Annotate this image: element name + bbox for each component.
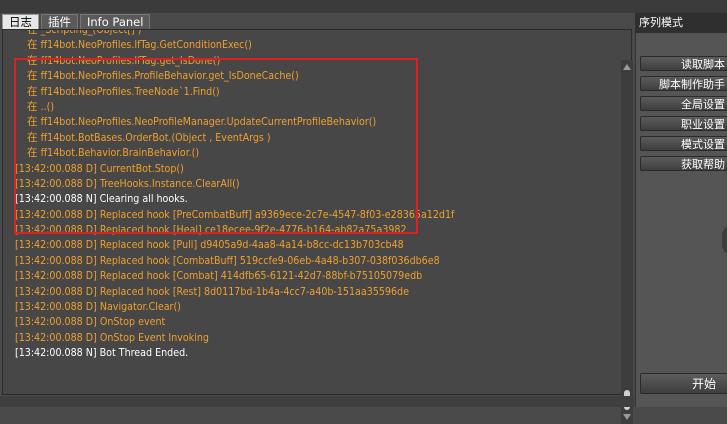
log-line: [13:42:00.088 D] Replaced hook [Combat] … <box>15 270 423 283</box>
log-line: [13:42:00.088 D] TreeHooks.Instance.Clea… <box>15 177 240 190</box>
log-line: 在 ff14bot.NeoProfiles.NeoProfileManager.… <box>27 116 377 129</box>
log-line: 在 ff14bot.NeoProfiles.IfTag.GetCondition… <box>27 39 252 52</box>
window-top-bar <box>0 0 727 13</box>
log-line: [13:42:00.088 N] Bot Thread Ended. <box>15 347 189 360</box>
log-panel[interactable]: 在 _Scripting_(Object[] ) 在 ff14bot.NeoPro… <box>2 29 633 424</box>
right-panel-body: 读取脚本 脚本制作助手 全局设置 职业设置 模式设置 获取帮助 开始 <box>635 33 727 407</box>
log-line: 在 ff14bot.Behavior.BrainBehavior.() <box>27 147 200 160</box>
tab-plugins[interactable]: 插件 <box>41 14 78 29</box>
log-line: 在 _Scripting_(Object[] ) <box>27 30 142 36</box>
log-line: [13:42:00.088 D] OnStop event <box>15 316 166 329</box>
get-help-button[interactable]: 获取帮助 <box>640 156 727 171</box>
tab-bar: 日志 插件 Info Panel <box>2 13 152 29</box>
log-line: [13:42:00.088 D] OnStop Event Invoking <box>15 331 209 344</box>
log-line: 在 ff14bot.BotBases.OrderBot.(Object , Ev… <box>27 131 271 144</box>
tab-info-panel[interactable]: Info Panel <box>80 14 151 29</box>
load-script-button[interactable]: 读取脚本 <box>640 56 727 71</box>
decorative-circle-icon <box>722 225 727 255</box>
tab-log[interactable]: 日志 <box>2 14 39 29</box>
scroll-up-arrow-icon[interactable] <box>623 64 631 70</box>
log-line: [13:42:00.088 D] Navigator.Clear() <box>15 301 181 314</box>
log-line: [13:42:00.088 D] CurrentBot.Stop() <box>15 162 184 175</box>
log-line: [13:42:00.088 D] Replaced hook [Pull] d9… <box>15 239 404 252</box>
log-scrollbar[interactable] <box>621 60 633 424</box>
log-line: [13:42:00.088 D] Replaced hook [Rest] 8d… <box>15 285 409 298</box>
log-line: 在 ff14bot.NeoProfiles.TreeNode`1.Find() <box>27 85 220 98</box>
script-helper-button[interactable]: 脚本制作助手 <box>640 76 727 91</box>
log-line: [13:42:00.088 N] Clearing all hooks. <box>15 193 188 206</box>
scroll-down-arrow-icon[interactable] <box>623 414 631 420</box>
start-button[interactable]: 开始 <box>640 373 727 394</box>
global-settings-button[interactable]: 全局设置 <box>640 96 727 111</box>
job-settings-button[interactable]: 职业设置 <box>640 116 727 131</box>
mode-settings-button[interactable]: 模式设置 <box>640 136 727 151</box>
status-bar <box>0 396 634 407</box>
log-line: [13:42:00.088 D] Replaced hook [Heal] ce… <box>15 224 407 237</box>
log-line: 在 ff14bot.NeoProfiles.IfTag.get_IsDone() <box>27 54 221 67</box>
log-line: 在 ..() <box>27 100 55 113</box>
log-output: 在 _Scripting_(Object[] ) 在 ff14bot.NeoPro… <box>15 30 615 362</box>
mode-dropdown[interactable]: 序列模式 <box>635 13 727 33</box>
right-panel: 序列模式 读取脚本 脚本制作助手 全局设置 职业设置 模式设置 获取帮助 开始 <box>635 13 727 407</box>
log-line: 在 ff14bot.NeoProfiles.ProfileBehavior.ge… <box>27 70 299 83</box>
log-line: [13:42:00.088 D] Replaced hook [PreComba… <box>15 208 455 221</box>
log-line: [13:42:00.088 D] Replaced hook [CombatBu… <box>15 254 440 267</box>
